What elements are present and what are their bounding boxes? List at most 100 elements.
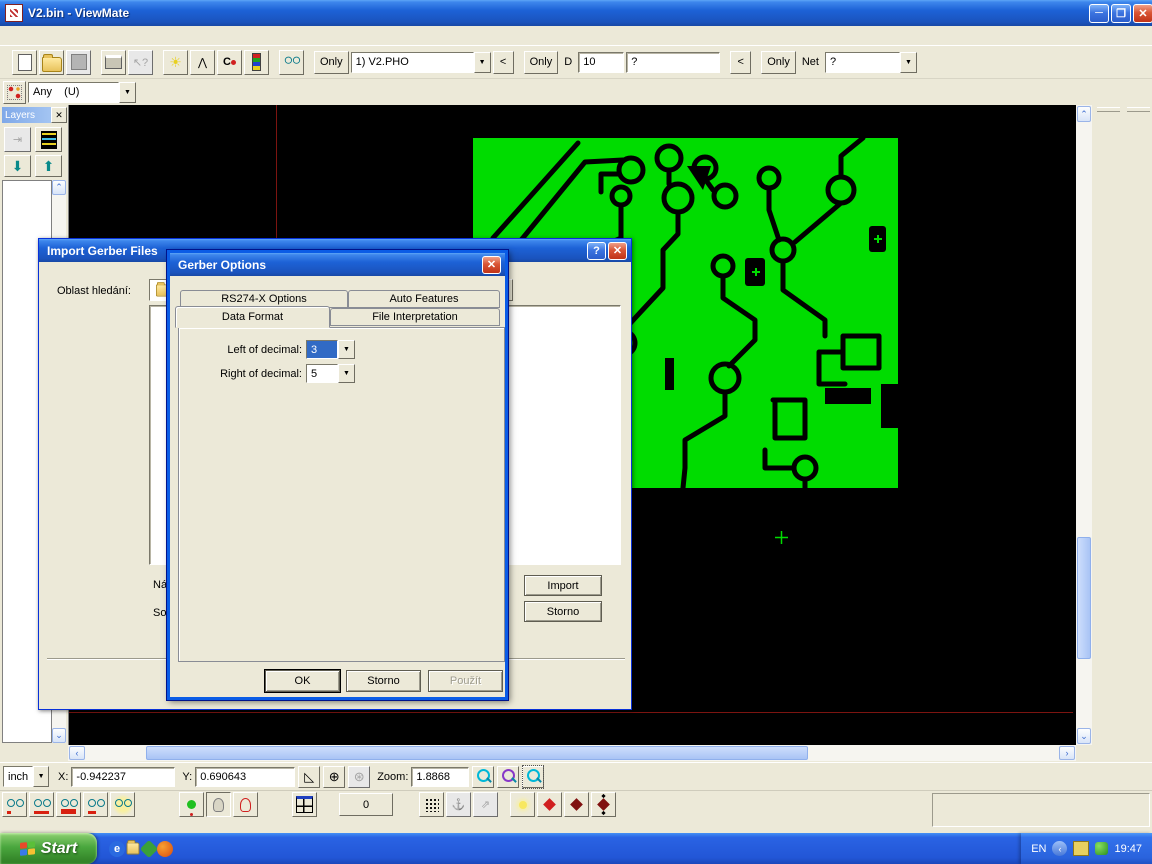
tab-file-interpretation[interactable]: File Interpretation	[330, 308, 500, 326]
layer-insert-icon[interactable]: ⇥	[4, 127, 31, 152]
zoom-in-icon[interactable]	[472, 766, 494, 788]
net-select-combo[interactable]: ?▼	[825, 52, 917, 73]
film-highlight-icon[interactable]: ☀	[163, 50, 188, 75]
view-all-icon[interactable]	[2, 792, 27, 817]
search-area-label: Oblast hledání:	[57, 285, 131, 297]
tray-collapse-icon[interactable]: ‹	[1052, 841, 1067, 856]
dcode-filter-input[interactable]: ?	[626, 52, 720, 73]
only-net-button[interactable]: Only	[761, 51, 796, 74]
scroll-down-icon[interactable]: ⌄	[52, 728, 66, 743]
flash-corner-icon[interactable]	[591, 792, 616, 817]
canvas-vscrollbar[interactable]: ⌃ ⌄	[1076, 105, 1092, 745]
circle-film-icon[interactable]: C	[217, 50, 242, 75]
scroll-up-icon[interactable]: ⌃	[1077, 106, 1091, 122]
scroll-right-icon[interactable]: ›	[1059, 746, 1075, 760]
scroll-left-icon[interactable]: ‹	[69, 746, 85, 760]
layer-down-icon[interactable]: ⬇	[4, 155, 31, 177]
cancel-button[interactable]: Storno	[346, 670, 421, 692]
scroll-up-icon[interactable]: ⌃	[52, 180, 66, 195]
left-of-decimal-combo[interactable]: 3 ▼	[306, 340, 355, 359]
quicklaunch-firefox-icon[interactable]	[157, 841, 173, 857]
zoom-select-icon[interactable]	[497, 766, 519, 788]
cursor-cross-marker	[775, 531, 788, 544]
view-traces-icon[interactable]	[83, 792, 108, 817]
layer-back-button[interactable]: <	[493, 51, 514, 74]
new-file-icon[interactable]	[12, 50, 37, 75]
close-button[interactable]: ✕	[1133, 4, 1152, 23]
quicklaunch-ie-icon[interactable]: e	[109, 841, 125, 857]
view-lines-icon[interactable]	[29, 792, 54, 817]
titlebar[interactable]: V2.bin - ViewMate ─ ❐ ✕	[0, 0, 1152, 26]
measure-film-icon[interactable]: ⋀	[190, 50, 215, 75]
help-icon[interactable]: ?	[587, 242, 606, 260]
film-table-icon[interactable]	[292, 792, 317, 817]
restore-button[interactable]: ❐	[1111, 4, 1131, 23]
view-pads-icon[interactable]	[56, 792, 81, 817]
chevron-down-icon[interactable]: ▼	[338, 340, 355, 359]
quicklaunch-folder-icon[interactable]	[125, 841, 141, 857]
close-icon[interactable]: ✕	[482, 256, 501, 274]
aperture-filter-combo[interactable]: Any (U)▼	[28, 82, 136, 103]
close-icon[interactable]: ✕	[608, 242, 627, 260]
edit-toolbar	[1094, 105, 1123, 114]
import-dialog-title: Import Gerber Files	[47, 244, 158, 258]
chevron-down-icon[interactable]: ▼	[900, 52, 917, 73]
view-film-icon[interactable]	[279, 50, 304, 75]
save-file-icon[interactable]	[66, 50, 91, 75]
layer-select-combo[interactable]: 1) V2.PHO▼	[351, 52, 491, 73]
scroll-thumb[interactable]	[146, 746, 808, 760]
right-of-decimal-combo[interactable]: 5 ▼	[306, 364, 355, 383]
apply-button[interactable]: Použít	[428, 670, 503, 692]
relative-origin-icon[interactable]: ⊛	[348, 766, 370, 788]
minimize-button[interactable]: ─	[1089, 4, 1109, 23]
draw-toolbar	[1124, 105, 1152, 114]
move-points-icon[interactable]: ⇗	[473, 792, 498, 817]
flash-red-icon[interactable]	[537, 792, 562, 817]
lamp-off-icon[interactable]	[206, 792, 231, 817]
context-help-icon[interactable]: ↖?	[128, 50, 153, 75]
chevron-down-icon[interactable]: ▼	[33, 766, 49, 787]
quicklaunch-app-icon[interactable]	[140, 839, 158, 857]
anchor-icon[interactable]: ⚓	[446, 792, 471, 817]
highlight-on-icon[interactable]	[179, 792, 204, 817]
only-dcode-button[interactable]: Only	[524, 51, 559, 74]
layer-up-icon[interactable]: ⬆	[35, 155, 62, 177]
canvas-hscrollbar[interactable]: ‹ ›	[68, 745, 1076, 761]
zoom-value-input[interactable]: 1.8868	[411, 767, 469, 787]
zoom-region-icon[interactable]	[522, 766, 544, 788]
ok-button[interactable]: OK	[265, 670, 340, 692]
scroll-thumb[interactable]	[1077, 537, 1091, 659]
view-selected-icon[interactable]	[110, 792, 135, 817]
chevron-down-icon[interactable]: ▼	[119, 82, 136, 103]
zoom-label: Zoom:	[377, 771, 408, 783]
flash-dark-icon[interactable]	[564, 792, 589, 817]
dcode-back-button[interactable]: <	[730, 51, 751, 74]
unit-combo[interactable]: inch▼	[3, 766, 49, 787]
aperture-dots-icon[interactable]	[3, 81, 26, 104]
color-film-icon[interactable]	[244, 50, 269, 75]
measure-icon[interactable]: ◺	[298, 766, 320, 788]
tray-messenger-icon[interactable]	[1095, 842, 1108, 855]
flash-bright-icon[interactable]	[510, 792, 535, 817]
gerber-dialog-titlebar[interactable]: Gerber Options ✕	[170, 253, 505, 276]
language-indicator[interactable]: EN	[1031, 843, 1046, 855]
dcode-input[interactable]: 10	[578, 52, 624, 73]
tab-data-format[interactable]: Data Format	[175, 306, 330, 328]
tab-auto-features[interactable]: Auto Features	[348, 290, 500, 308]
start-button[interactable]: Start	[0, 833, 97, 864]
layer-colors-icon[interactable]	[35, 127, 62, 152]
layers-close-icon[interactable]: ✕	[51, 107, 67, 123]
scroll-down-icon[interactable]: ⌄	[1077, 728, 1091, 744]
tray-notes-icon[interactable]	[1073, 841, 1089, 856]
open-file-icon[interactable]	[39, 50, 64, 75]
taskbar: Start e EN ‹ 19:47	[0, 833, 1152, 864]
print-icon[interactable]	[101, 50, 126, 75]
grid-dots-icon[interactable]	[419, 792, 444, 817]
only-layer-button[interactable]: Only	[314, 51, 349, 74]
import-button[interactable]: Import	[524, 575, 602, 596]
origin-icon[interactable]: ⊕	[323, 766, 345, 788]
chevron-down-icon[interactable]: ▼	[338, 364, 355, 383]
import-cancel-button[interactable]: Storno	[524, 601, 602, 622]
chevron-down-icon[interactable]: ▼	[474, 52, 491, 73]
lamp-outline-icon[interactable]	[233, 792, 258, 817]
